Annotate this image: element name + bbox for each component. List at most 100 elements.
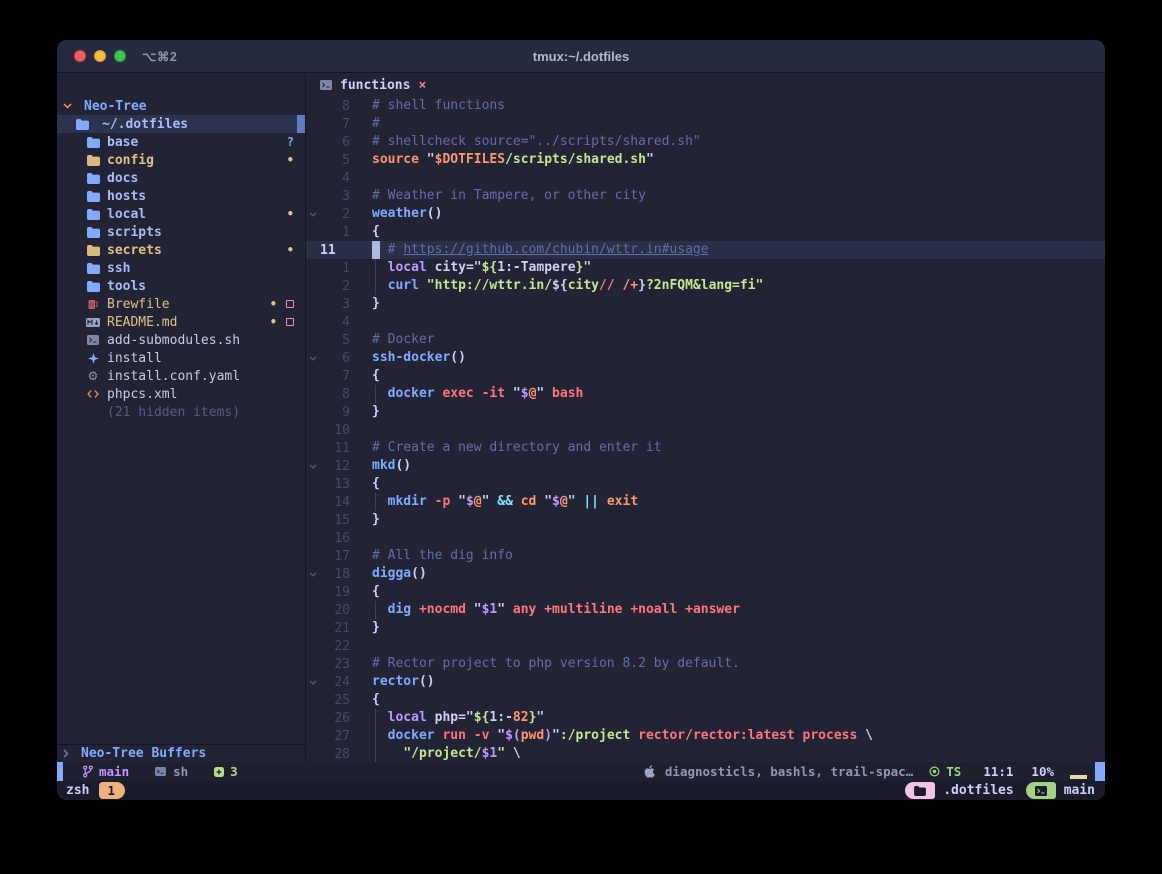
tree-item-docs[interactable]: docs — [57, 169, 305, 187]
fold-chevron-icon[interactable] — [306, 212, 320, 217]
code-line[interactable]: 3} — [306, 295, 1105, 313]
tree-item-local[interactable]: local• — [57, 205, 305, 223]
code-line[interactable]: 19{ — [306, 583, 1105, 601]
code-line[interactable]: 15} — [306, 511, 1105, 529]
code-line[interactable]: 17# All the dig info — [306, 547, 1105, 565]
code-token: /+ — [615, 278, 638, 293]
tree-item-secrets[interactable]: secrets• — [57, 241, 305, 259]
line-number: 15 — [320, 513, 350, 528]
code-line[interactable]: 9} — [306, 403, 1105, 421]
tree-root-dotfiles[interactable]: ~/.dotfiles — [57, 115, 305, 133]
code-line[interactable]: 24rector() — [306, 673, 1105, 691]
git-added-segment: 3 — [214, 764, 238, 779]
code-area[interactable]: 8# shell functions7#6# shellcheck source… — [306, 97, 1105, 762]
line-text: } — [372, 403, 1105, 421]
line-number: 6 — [320, 351, 350, 366]
code-token: @ — [560, 494, 568, 509]
line-number: 2 — [320, 279, 350, 294]
code-line[interactable]: 14 mkdir -p "$@" && cd "$@" || exit — [306, 493, 1105, 511]
code-line[interactable]: 1 local city="${1:-Tampere}" — [306, 259, 1105, 277]
tree-item-readme-md[interactable]: README.md• — [57, 313, 305, 331]
line-number: 27 — [320, 729, 350, 744]
code-line[interactable]: 2weather() — [306, 205, 1105, 223]
code-line[interactable]: 4 — [306, 169, 1105, 187]
code-line[interactable]: 18digga() — [306, 565, 1105, 583]
fold-chevron-icon[interactable] — [306, 680, 320, 685]
code-line[interactable]: 8# shell functions — [306, 97, 1105, 115]
code-line[interactable]: 28 "/project/$1" \ — [306, 745, 1105, 762]
code-line[interactable]: 26 local php="${1:-82}" — [306, 709, 1105, 727]
neotree-buffers-section[interactable]: Neo-Tree Buffers — [57, 744, 305, 762]
tree-item-base[interactable]: base? — [57, 133, 305, 151]
tree-item-label: README.md — [107, 315, 177, 330]
editor-pane[interactable]: functions × 8# shell functions7#6# shell… — [305, 73, 1105, 762]
git-untracked-icon: ? — [287, 135, 294, 149]
tree-item-brewfile[interactable]: Brewfile• — [57, 295, 305, 313]
code-token — [427, 494, 435, 509]
fold-chevron-icon[interactable] — [306, 464, 320, 469]
code-line[interactable]: 5# Docker — [306, 331, 1105, 349]
code-line[interactable]: 13{ — [306, 475, 1105, 493]
tree-item-21-hidden-items[interactable]: (21 hidden items) — [57, 403, 305, 421]
code-line[interactable]: 6ssh-docker() — [306, 349, 1105, 367]
code-line[interactable]: 22 — [306, 637, 1105, 655]
code-line[interactable]: 11 # https://github.com/chubin/wttr.in#u… — [306, 241, 1105, 259]
buffers-title: Neo-Tree Buffers — [81, 746, 206, 761]
code-token: local — [388, 710, 427, 725]
tree-item-install[interactable]: install — [57, 349, 305, 367]
code-line[interactable]: 10 — [306, 421, 1105, 439]
tree-item-tools[interactable]: tools — [57, 277, 305, 295]
line-text — [372, 421, 1105, 439]
code-token: +noall — [630, 602, 677, 617]
code-token — [372, 278, 388, 293]
code-line[interactable]: 7{ — [306, 367, 1105, 385]
code-line[interactable]: 21} — [306, 619, 1105, 637]
line-text: dig +nocmd "$1" any +multiline +noall +a… — [372, 601, 1105, 619]
tmux-window-badge[interactable]: 1 — [99, 782, 125, 799]
fold-chevron-icon[interactable] — [306, 572, 320, 577]
tree-item-phpcs-xml[interactable]: phpcs.xml — [57, 385, 305, 403]
scroll-indicator-bar — [1070, 775, 1087, 779]
code-token: () — [419, 674, 435, 689]
tree-item-hosts[interactable]: hosts — [57, 187, 305, 205]
line-number: 5 — [320, 333, 350, 348]
code-line[interactable]: 25{ — [306, 691, 1105, 709]
code-token: { — [372, 476, 380, 491]
line-number: 9 — [320, 405, 350, 420]
fold-chevron-icon[interactable] — [306, 356, 320, 361]
code-line[interactable]: 6# shellcheck source="../scripts/shared.… — [306, 133, 1105, 151]
line-number: 24 — [320, 675, 350, 690]
git-branch-icon — [83, 765, 93, 778]
code-line[interactable]: 11# Create a new directory and enter it — [306, 439, 1105, 457]
code-token: mkd — [372, 458, 395, 473]
tree-item-install-conf-yaml[interactable]: ⚙install.conf.yaml — [57, 367, 305, 385]
code-token: " — [583, 260, 591, 275]
code-line[interactable]: 8 docker exec -it "$@" bash — [306, 385, 1105, 403]
tree-item-add-submodules-sh[interactable]: add-submodules.sh — [57, 331, 305, 349]
code-line[interactable]: 2 curl "http://wttr.in/${city// /+}?2nFQ… — [306, 277, 1105, 295]
close-tab-icon[interactable]: × — [418, 78, 426, 93]
neotree-header: Neo-Tree — [57, 97, 305, 115]
code-line[interactable]: 20 dig +nocmd "$1" any +multiline +noall… — [306, 601, 1105, 619]
code-line[interactable]: 23# Rector project to php version 8.2 by… — [306, 655, 1105, 673]
folder-icon — [86, 209, 100, 220]
code-line[interactable]: 27 docker run -v "$(pwd)":/project recto… — [306, 727, 1105, 745]
tmux-dir-label: .dotfiles — [943, 783, 1013, 798]
line-text — [372, 169, 1105, 187]
sidebar-scrollbar-thumb[interactable] — [297, 115, 305, 133]
tab-functions[interactable]: functions × — [320, 78, 426, 93]
code-line[interactable]: 7# — [306, 115, 1105, 133]
line-number: 14 — [320, 495, 350, 510]
tree-item-scripts[interactable]: scripts — [57, 223, 305, 241]
code-line[interactable]: 16 — [306, 529, 1105, 547]
code-token: pwd — [521, 728, 544, 743]
tree-item-config[interactable]: config• — [57, 151, 305, 169]
tree-item-ssh[interactable]: ssh — [57, 259, 305, 277]
code-line[interactable]: 3# Weather in Tampere, or other city — [306, 187, 1105, 205]
code-line[interactable]: 5source "$DOTFILES/scripts/shared.sh" — [306, 151, 1105, 169]
line-text: curl "http://wttr.in/${city// /+}?2nFQM&… — [372, 277, 1105, 295]
code-line[interactable]: 4 — [306, 313, 1105, 331]
code-line[interactable]: 1{ — [306, 223, 1105, 241]
code-token: ssh-docker — [372, 350, 450, 365]
code-line[interactable]: 12mkd() — [306, 457, 1105, 475]
